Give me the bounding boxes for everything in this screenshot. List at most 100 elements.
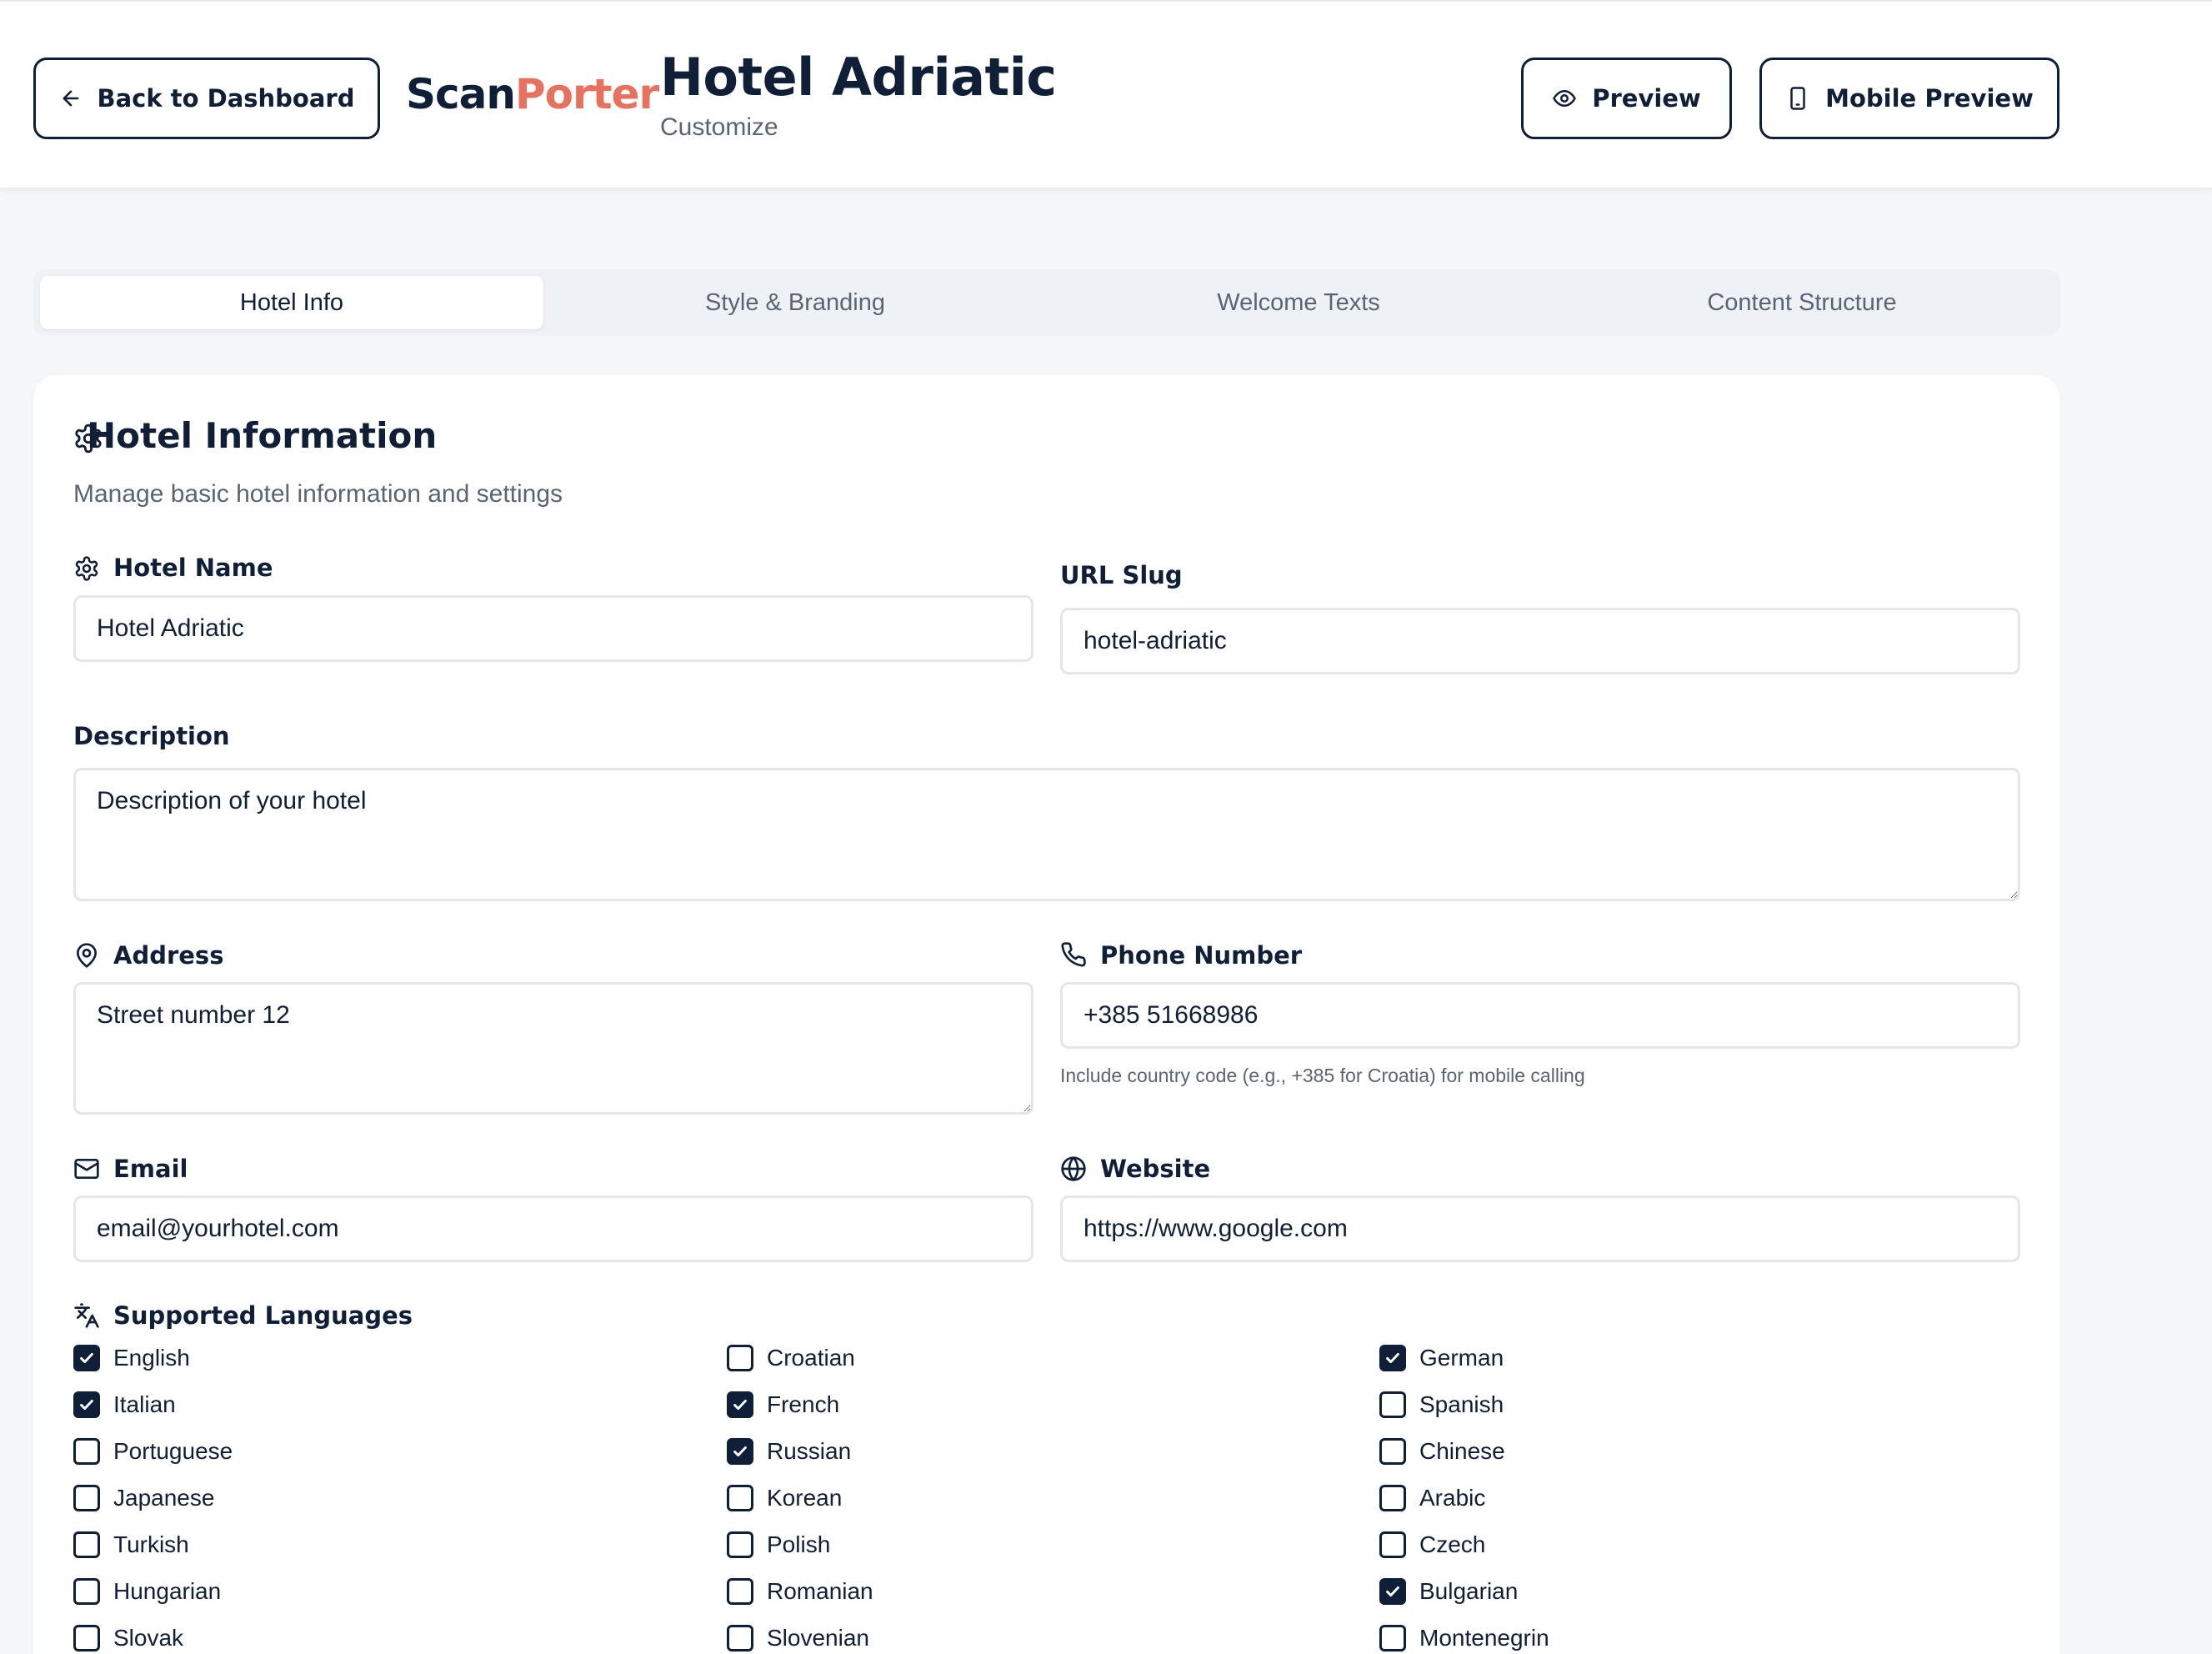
language-label: Portuguese xyxy=(113,1438,233,1464)
language-option-turkish[interactable]: Turkish xyxy=(73,1531,189,1558)
address-textarea[interactable]: Street number 12 xyxy=(73,982,1033,1115)
language-label: Italian xyxy=(113,1391,176,1417)
hotel-name-label: Hotel Name xyxy=(113,554,273,582)
page-subtitle: Customize xyxy=(660,113,778,141)
language-checkbox[interactable] xyxy=(727,1625,753,1651)
gear-icon xyxy=(75,556,98,581)
language-checkbox[interactable] xyxy=(1379,1485,1406,1511)
language-label: Turkish xyxy=(113,1531,189,1557)
url-slug-label: URL Slug xyxy=(1060,561,1183,589)
language-label: Slovenian xyxy=(767,1625,869,1651)
check-icon xyxy=(733,1446,747,1457)
language-label: Montenegrin xyxy=(1419,1625,1549,1651)
language-checkbox[interactable] xyxy=(73,1531,100,1558)
language-label: Korean xyxy=(767,1485,843,1511)
language-label: German xyxy=(1419,1345,1504,1371)
check-icon xyxy=(1386,1352,1399,1364)
language-option-italian[interactable]: Italian xyxy=(73,1391,176,1418)
mobile-preview-label: Mobile Preview xyxy=(1825,84,2034,113)
language-checkbox[interactable] xyxy=(73,1578,100,1605)
language-option-french[interactable]: French xyxy=(727,1391,839,1418)
language-checkbox[interactable] xyxy=(727,1345,753,1371)
email-label: Email xyxy=(113,1155,188,1183)
language-option-slovenian[interactable]: Slovenian xyxy=(727,1625,869,1651)
language-checkbox[interactable] xyxy=(73,1438,100,1465)
website-input[interactable] xyxy=(1060,1195,2020,1262)
smartphone-icon xyxy=(1790,87,1805,110)
language-option-montenegrin[interactable]: Montenegrin xyxy=(1379,1625,1549,1651)
language-option-chinese[interactable]: Chinese xyxy=(1379,1438,1505,1465)
language-checkbox[interactable] xyxy=(727,1438,753,1465)
language-label: Russian xyxy=(767,1438,852,1464)
tab-welcome-texts[interactable]: Welcome Texts xyxy=(1047,276,1550,329)
language-option-german[interactable]: German xyxy=(1379,1345,1504,1371)
description-label: Description xyxy=(73,722,230,750)
globe-icon xyxy=(1061,1156,1086,1181)
url-slug-input[interactable] xyxy=(1060,608,2020,674)
preview-button[interactable]: Preview xyxy=(1521,58,1732,139)
tab-content-structure[interactable]: Content Structure xyxy=(1550,276,2054,329)
phone-hint: Include country code (e.g., +385 for Cro… xyxy=(1060,1065,1585,1086)
language-checkbox[interactable] xyxy=(727,1485,753,1511)
check-icon xyxy=(1386,1586,1399,1597)
language-option-arabic[interactable]: Arabic xyxy=(1379,1485,1485,1511)
language-label: Romanian xyxy=(767,1578,873,1604)
language-checkbox[interactable] xyxy=(1379,1345,1406,1371)
language-option-bulgarian[interactable]: Bulgarian xyxy=(1379,1578,1518,1605)
language-option-slovak[interactable]: Slovak xyxy=(73,1625,183,1651)
language-checkbox[interactable] xyxy=(1379,1578,1406,1605)
card-title: Hotel Information xyxy=(87,415,438,456)
language-option-romanian[interactable]: Romanian xyxy=(727,1578,873,1605)
phone-icon xyxy=(1061,942,1086,967)
website-label: Website xyxy=(1100,1155,1211,1183)
language-checkbox[interactable] xyxy=(1379,1531,1406,1558)
hotel-name-input[interactable] xyxy=(73,595,1033,662)
language-option-czech[interactable]: Czech xyxy=(1379,1531,1485,1558)
mail-icon xyxy=(74,1159,99,1179)
language-checkbox[interactable] xyxy=(1379,1438,1406,1465)
language-label: Spanish xyxy=(1419,1391,1504,1417)
arrow-left-icon xyxy=(63,90,78,107)
language-label: Czech xyxy=(1419,1531,1486,1557)
language-checkbox[interactable] xyxy=(1379,1625,1406,1651)
language-option-portuguese[interactable]: Portuguese xyxy=(73,1438,233,1465)
language-checkbox[interactable] xyxy=(73,1345,100,1371)
language-checkbox[interactable] xyxy=(73,1625,100,1651)
language-checkbox[interactable] xyxy=(73,1485,100,1511)
phone-number-input[interactable] xyxy=(1060,982,2020,1049)
page-title: Hotel Adriatic xyxy=(660,47,1057,108)
email-input[interactable] xyxy=(73,1195,1033,1262)
language-option-croatian[interactable]: Croatian xyxy=(727,1345,855,1371)
language-label: Polish xyxy=(767,1531,831,1557)
language-option-korean[interactable]: Korean xyxy=(727,1485,842,1511)
language-checkbox[interactable] xyxy=(73,1391,100,1418)
language-option-japanese[interactable]: Japanese xyxy=(73,1485,214,1511)
language-checkbox[interactable] xyxy=(727,1578,753,1605)
language-label: English xyxy=(113,1345,190,1371)
language-label: Bulgarian xyxy=(1419,1578,1519,1604)
language-checkbox[interactable] xyxy=(727,1391,753,1418)
phone-number-label: Phone Number xyxy=(1100,941,1303,970)
language-option-english[interactable]: English xyxy=(73,1345,190,1371)
language-option-spanish[interactable]: Spanish xyxy=(1379,1391,1504,1418)
scanporter-logo: ScanPorter xyxy=(406,70,659,118)
description-textarea[interactable]: Description of your hotel xyxy=(73,768,2020,901)
address-label: Address xyxy=(113,941,224,970)
back-to-dashboard-label: Back to Dashboard xyxy=(97,84,355,113)
language-option-polish[interactable]: Polish xyxy=(727,1531,830,1558)
language-label: Slovak xyxy=(113,1625,184,1651)
tab-hotel-info[interactable]: Hotel Info xyxy=(40,276,543,329)
mobile-preview-button[interactable]: Mobile Preview xyxy=(1759,58,2059,139)
tab-bar: Hotel Info Style & Branding Welcome Text… xyxy=(33,269,2060,336)
translate-icon xyxy=(74,1303,99,1328)
language-checkbox[interactable] xyxy=(1379,1391,1406,1418)
language-option-hungarian[interactable]: Hungarian xyxy=(73,1578,221,1605)
preview-label: Preview xyxy=(1592,84,1701,113)
check-icon xyxy=(733,1399,747,1411)
language-checkbox[interactable] xyxy=(727,1531,753,1558)
back-to-dashboard-button[interactable]: Back to Dashboard xyxy=(33,58,380,139)
supported-languages-label: Supported Languages xyxy=(113,1301,413,1330)
language-option-russian[interactable]: Russian xyxy=(727,1438,851,1465)
tab-style-branding[interactable]: Style & Branding xyxy=(543,276,1047,329)
language-label: Chinese xyxy=(1419,1438,1505,1464)
